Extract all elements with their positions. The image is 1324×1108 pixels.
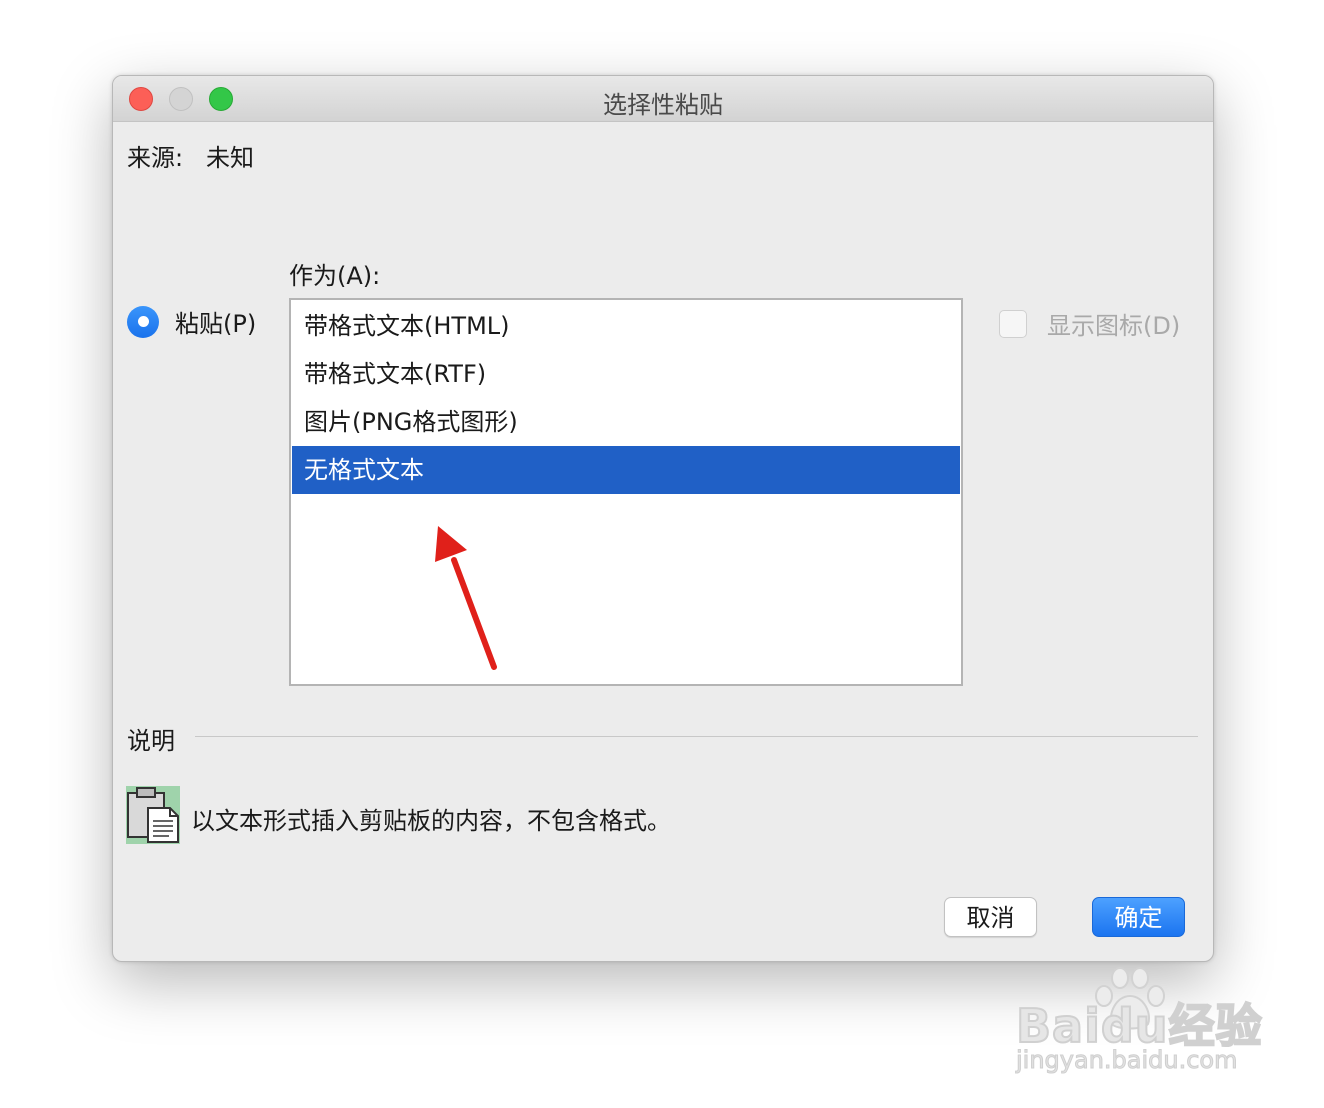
watermark-brand-c: 经验 [1168,998,1263,1054]
paste-radio-option[interactable]: 粘贴(P) [127,304,256,339]
list-item-html[interactable]: 带格式文本(HTML) [292,302,960,350]
radio-dot [137,316,149,327]
show-icon-option: 显示图标(D) [999,306,1180,341]
source-value: 未知 [205,144,254,172]
description-divider [195,736,1198,737]
arrow-annotation [435,526,497,670]
format-listbox[interactable]: 带格式文本(HTML) 带格式文本(RTF) 图片(PNG格式图形) 无格式文本 [289,298,963,686]
paste-radio[interactable] [127,305,159,338]
description-text: 以文本形式插入剪贴板的内容，不包含格式。 [191,807,671,835]
list-item-plain-text[interactable]: 无格式文本 [292,446,960,494]
source-label: 来源: [127,144,184,172]
list-item-png[interactable]: 图片(PNG格式图形) [292,398,960,446]
description-label: 说明 [127,727,175,755]
watermark-brand-b: du [1100,998,1169,1054]
cancel-button[interactable]: 取消 [944,897,1037,937]
show-icon-checkbox [999,309,1027,338]
list-item-rtf[interactable]: 带格式文本(RTF) [292,350,960,398]
as-label: 作为(A): [289,262,381,290]
paste-radio-label[interactable]: 粘贴(P) [175,304,256,339]
watermark-brand-a: Bai [1015,998,1101,1054]
watermark-url: jingyan.baidu.com [1015,1046,1238,1075]
source-row: 来源: 未知 [127,138,254,173]
paste-special-dialog: 选择性粘贴 来源: 未知 作为(A): 粘贴(P) 带格式文本(HTML) 带格… [112,75,1214,962]
show-icon-label: 显示图标(D) [1047,312,1181,340]
dialog-title: 选择性粘贴 [603,91,723,119]
ok-button[interactable]: 确定 [1092,897,1185,937]
clipboard-icon [126,786,180,844]
title-bar[interactable]: 选择性粘贴 [113,76,1213,122]
